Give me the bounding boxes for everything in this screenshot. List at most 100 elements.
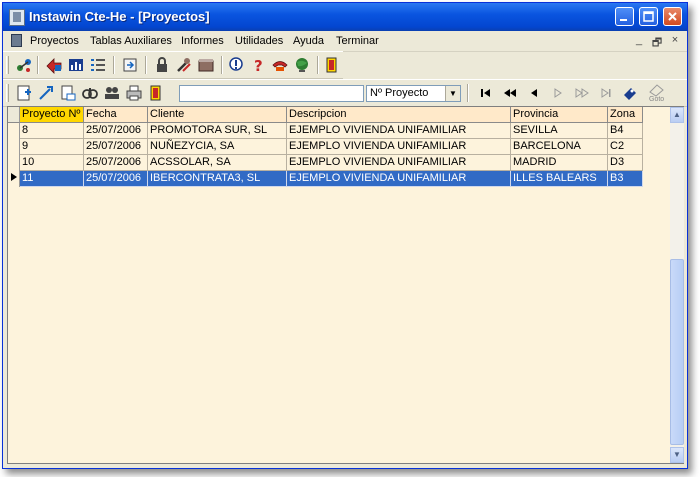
minimize-button[interactable]: [615, 7, 634, 26]
mdi-minimize-button[interactable]: _: [633, 34, 645, 46]
move-icon[interactable]: [45, 56, 63, 74]
table-cell[interactable]: 25/07/2006: [84, 123, 148, 139]
column-header-provincia[interactable]: Provincia: [511, 107, 608, 123]
projects-grid: Proyecto Nº Fecha Cliente Descripcion Pr…: [7, 106, 684, 464]
table-cell[interactable]: NUÑEZYCIA, SA: [148, 139, 287, 155]
help-icon[interactable]: ?: [249, 56, 267, 74]
table-cell-selected[interactable]: 11: [20, 171, 84, 187]
chevron-down-icon[interactable]: ▼: [445, 86, 460, 101]
search-icon[interactable]: [81, 84, 99, 102]
prior-page-icon[interactable]: [501, 84, 519, 102]
table-cell[interactable]: MADRID: [511, 155, 608, 171]
toolbar-separator: [467, 84, 469, 102]
sort-select-value: Nº Proyecto: [370, 87, 429, 99]
scroll-down-icon[interactable]: ▼: [670, 447, 684, 463]
vertical-scrollbar[interactable]: ▲ ▼: [670, 107, 684, 463]
table-cell[interactable]: B4: [608, 123, 643, 139]
column-header-descripcion[interactable]: Descripcion: [287, 107, 511, 123]
row-indicator[interactable]: [8, 155, 20, 171]
scroll-thumb[interactable]: [670, 259, 684, 445]
print-icon[interactable]: [125, 84, 143, 102]
title-bar[interactable]: Instawin Cte-He - [Proyectos]: [3, 3, 687, 31]
navigation-toolbar: Nº Proyecto ▼ Goto: [3, 79, 687, 107]
window-title: Instawin Cte-He - [Proyectos]: [29, 9, 210, 24]
phone-icon[interactable]: [271, 56, 289, 74]
table-cell[interactable]: ACSSOLAR, SA: [148, 155, 287, 171]
prior-record-icon[interactable]: [525, 84, 543, 102]
box-icon[interactable]: [197, 56, 215, 74]
toolbar-grip[interactable]: [6, 56, 9, 74]
document-icon[interactable]: [11, 34, 22, 47]
toolbar-grip[interactable]: [6, 84, 9, 102]
goto-button[interactable]: Goto: [646, 83, 668, 105]
close-icon: [668, 12, 677, 21]
tools-icon[interactable]: [175, 56, 193, 74]
maximize-icon: [643, 11, 654, 22]
next-page-icon[interactable]: [573, 84, 591, 102]
tip-icon[interactable]: [227, 56, 245, 74]
column-header-proyecto[interactable]: Proyecto Nº: [20, 107, 84, 123]
app-icon[interactable]: [9, 9, 25, 26]
scroll-up-icon[interactable]: ▲: [670, 107, 684, 123]
last-record-icon[interactable]: [597, 84, 615, 102]
menu-utilidades[interactable]: Utilidades: [235, 35, 283, 47]
table-cell[interactable]: D3: [608, 155, 643, 171]
toolbar-separator: [317, 56, 319, 74]
column-header-fecha[interactable]: Fecha: [84, 107, 148, 123]
globe-icon[interactable]: [293, 56, 311, 74]
row-indicator[interactable]: [8, 139, 20, 155]
mdi-restore-button[interactable]: 🗗: [651, 34, 663, 53]
mdi-close-button[interactable]: ×: [669, 34, 681, 46]
chart-icon[interactable]: [67, 56, 85, 74]
table-cell[interactable]: EJEMPLO VIVIENDA UNIFAMILIAR: [287, 123, 511, 139]
table-cell-selected[interactable]: EJEMPLO VIVIENDA UNIFAMILIAR: [287, 171, 511, 187]
app-window: Instawin Cte-He - [Proyectos] Proyectos …: [2, 2, 688, 469]
menu-tablas-auxiliares[interactable]: Tablas Auxiliares: [90, 35, 172, 47]
table-cell-selected[interactable]: IBERCONTRATA3, SL: [148, 171, 287, 187]
close-button[interactable]: [663, 7, 682, 26]
table-cell[interactable]: BARCELONA: [511, 139, 608, 155]
list-icon[interactable]: [89, 56, 107, 74]
sort-select[interactable]: Nº Proyecto ▼: [366, 85, 461, 102]
menu-terminar[interactable]: Terminar: [336, 35, 379, 47]
menu-informes[interactable]: Informes: [181, 35, 224, 47]
copy-record-icon[interactable]: [59, 84, 77, 102]
table-cell[interactable]: 8: [20, 123, 84, 139]
table-cell[interactable]: EJEMPLO VIVIENDA UNIFAMILIAR: [287, 155, 511, 171]
row-indicator[interactable]: [8, 123, 20, 139]
minimize-icon: [620, 19, 627, 21]
table-cell-selected[interactable]: ILLES BALEARS: [511, 171, 608, 187]
edit-record-icon[interactable]: [37, 84, 55, 102]
table-cell[interactable]: 9: [20, 139, 84, 155]
table-cell-selected[interactable]: 25/07/2006: [84, 171, 148, 187]
bookmark-icon[interactable]: [621, 84, 639, 102]
table-cell[interactable]: 10: [20, 155, 84, 171]
network-icon[interactable]: [15, 56, 33, 74]
table-cell[interactable]: EJEMPLO VIVIENDA UNIFAMILIAR: [287, 139, 511, 155]
exit-record-icon[interactable]: [147, 84, 165, 102]
table-cell-selected[interactable]: B3: [608, 171, 643, 187]
next-record-icon[interactable]: [549, 84, 567, 102]
exit-icon[interactable]: [323, 56, 341, 74]
menu-proyectos[interactable]: Proyectos: [30, 35, 79, 47]
menu-bar: Proyectos Tablas Auxiliares Informes Uti…: [3, 31, 687, 52]
lock-icon[interactable]: [153, 56, 171, 74]
first-record-icon[interactable]: [477, 84, 495, 102]
group-icon[interactable]: [103, 84, 121, 102]
table-cell[interactable]: PROMOTORA SUR, SL: [148, 123, 287, 139]
export-icon[interactable]: [121, 56, 139, 74]
toolbar-separator: [113, 56, 115, 74]
table-cell[interactable]: 25/07/2006: [84, 139, 148, 155]
maximize-button[interactable]: [639, 7, 658, 26]
search-input[interactable]: [179, 85, 364, 102]
column-header-zona[interactable]: Zona: [608, 107, 643, 123]
table-cell[interactable]: SEVILLA: [511, 123, 608, 139]
menu-ayuda[interactable]: Ayuda: [293, 35, 324, 47]
toolbar-separator: [37, 56, 39, 74]
table-cell[interactable]: C2: [608, 139, 643, 155]
current-row-indicator[interactable]: [8, 171, 20, 187]
new-record-icon[interactable]: [15, 84, 33, 102]
table-cell[interactable]: 25/07/2006: [84, 155, 148, 171]
column-header-cliente[interactable]: Cliente: [148, 107, 287, 123]
goto-icon: [649, 84, 664, 97]
